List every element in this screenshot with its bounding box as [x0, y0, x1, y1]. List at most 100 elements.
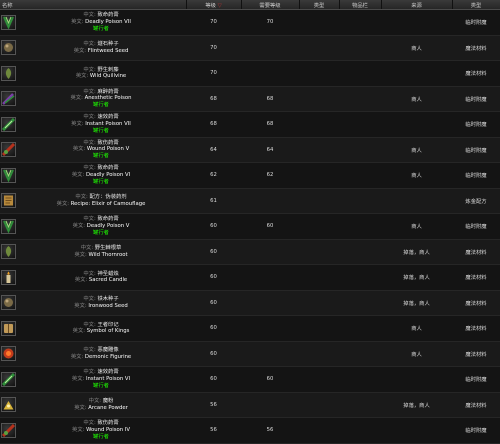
table-row[interactable]: 中文: 致伤药膏 英文: Wound Poison V 罐行者 64 64 商人 临时附魔	[0, 137, 500, 163]
column-header-level[interactable]: 等级 ▽	[186, 0, 242, 10]
item-name-en[interactable]: Deadly Poison V	[87, 223, 130, 229]
item-category[interactable]: 魔法材料	[452, 60, 500, 87]
item-name-en[interactable]: Symbol of Kings	[87, 328, 130, 334]
item-category[interactable]: 魔法材料	[452, 392, 500, 418]
herb-icon[interactable]	[0, 244, 16, 260]
herb-icon[interactable]	[0, 65, 16, 81]
item-name-en[interactable]: Anesthetic Poison	[85, 95, 132, 101]
item-name-en[interactable]: Recipe: Elixir of Camouflage	[71, 201, 146, 207]
table-row[interactable]: 中文: 神圣蜡烛 英文: Sacred Candle 60 掉落，商人 魔法材料	[0, 264, 500, 291]
item-name-zh[interactable]: 致伤药膏	[97, 420, 118, 426]
item-name-zh[interactable]: 魔粉	[103, 398, 114, 404]
item-category[interactable]: 魔法材料	[452, 35, 500, 61]
item-name-en[interactable]: Ironwood Seed	[88, 303, 127, 309]
item-name-en[interactable]: Instant Poison VII	[85, 121, 131, 127]
item-name-zh[interactable]: 速效药膏	[97, 369, 118, 375]
english-label: 英文:	[74, 404, 87, 411]
table-row[interactable]: 中文: 魔粉 英文: Arcane Powder 56 掉落，商人 魔法材料	[0, 392, 500, 418]
item-name-en[interactable]: Demonic Figurine	[85, 354, 131, 360]
column-header-type[interactable]: 类型	[299, 0, 340, 10]
table-row[interactable]: 中文: 野生刺藤 英文: Wild Quillvine 70 魔法材料	[0, 60, 500, 87]
chinese-label: 中文:	[83, 165, 96, 172]
table-row[interactable]: 中文: 速效药膏 英文: Instant Poison VII 罐行者 68 68 临时附…	[0, 111, 500, 138]
table-row[interactable]: 中文: 致伤药膏 英文: Wound Poison IV 罐行者 56 56 临时附魔	[0, 417, 500, 444]
item-name-zh[interactable]: 恶魔雕像	[97, 347, 118, 353]
table-row[interactable]: 中文: 致命药膏 英文: Deadly Poison V 罐行者 60 60 商人 临时附魔	[0, 213, 500, 240]
book-icon[interactable]	[0, 320, 16, 336]
item-name-zh[interactable]: 燧石种子	[97, 41, 118, 47]
item-category[interactable]: 临时附魔	[452, 366, 500, 393]
candle-icon[interactable]	[0, 269, 16, 285]
item-name-en[interactable]: Flintweed Seed	[88, 48, 129, 54]
item-name-en[interactable]: Deadly Poison VI	[86, 172, 130, 178]
seed-icon[interactable]	[0, 295, 16, 311]
recipe-icon[interactable]	[0, 193, 16, 209]
item-category[interactable]: 临时附魔	[452, 417, 500, 444]
table-row[interactable]: 中文: 恶魔雕像 英文: Demonic Figurine 60 商人 魔法材料	[0, 341, 500, 367]
item-category[interactable]: 临时附魔	[452, 162, 500, 189]
deadly-poison-icon[interactable]	[0, 14, 16, 30]
wound-poison-icon[interactable]	[0, 142, 16, 158]
item-name-zh[interactable]: 铁木种子	[97, 296, 118, 302]
item-name-en[interactable]: Wound Poison IV	[86, 427, 130, 433]
item-category[interactable]: 临时附魔	[452, 213, 500, 240]
column-header-category[interactable]: 类型	[452, 0, 500, 10]
table-row[interactable]: 中文: 铁木种子 英文: Ironwood Seed 60 掉落，商人 魔法材料	[0, 290, 500, 316]
item-category[interactable]: 魔法材料	[452, 264, 500, 291]
item-name-en[interactable]: Arcane Powder	[88, 405, 128, 411]
table-row[interactable]: 中文: 燧石种子 英文: Flintweed Seed 70 商人 魔法材料	[0, 35, 500, 61]
item-category[interactable]: 魔法材料	[452, 315, 500, 342]
item-name-zh[interactable]: 速效药膏	[97, 114, 118, 120]
anesthetic-poison-icon[interactable]	[0, 91, 16, 107]
item-name-zh[interactable]: 王者印记	[97, 322, 118, 328]
instant-poison-icon[interactable]	[0, 116, 16, 132]
item-name-en[interactable]: Instant Poison VI	[86, 376, 130, 382]
column-header-source[interactable]: 来源	[381, 0, 453, 10]
table-row[interactable]: 中文: 野生棘根草 英文: Wild Thornroot 60 掉落，商人 魔法材料	[0, 239, 500, 265]
item-name-zh[interactable]: 神圣蜡烛	[97, 271, 118, 277]
item-name-zh[interactable]: 致命药膏	[97, 165, 118, 171]
item-type	[299, 86, 340, 112]
item-category[interactable]: 临时附魔	[452, 137, 500, 163]
column-header-required-level[interactable]: 需要等级	[241, 0, 300, 10]
table-row[interactable]: 中文: 麻醉药膏 英文: Anesthetic Poison 罐行者 68 68 商人 临时…	[0, 86, 500, 112]
table-row[interactable]: 中文: 致命药膏 英文: Deadly Poison VII 罐行者 70 70 临时附魔	[0, 9, 500, 36]
item-category[interactable]: 魔法材料	[452, 290, 500, 316]
table-row[interactable]: 中文: 配方：伪装药剂 英文: Recipe: Elixir of Camoufl…	[0, 188, 500, 214]
deadly-poison-icon[interactable]	[0, 218, 16, 234]
item-name-zh[interactable]: 致命药膏	[97, 216, 118, 222]
seed-icon[interactable]	[0, 40, 16, 56]
item-type	[299, 315, 340, 342]
item-category[interactable]: 临时附魔	[452, 86, 500, 112]
table-row[interactable]: 中文: 致命药膏 英文: Deadly Poison VI 罐行者 62 62 商人 临时附…	[0, 162, 500, 189]
item-name-zh[interactable]: 野生刺藤	[97, 67, 118, 73]
item-category[interactable]: 临时附魔	[452, 9, 500, 36]
deadly-poison-icon[interactable]	[0, 167, 16, 183]
item-level: 56	[186, 392, 242, 418]
item-type	[299, 111, 340, 138]
column-header-name[interactable]: 名称	[0, 0, 187, 10]
table-row[interactable]: 中文: 王者印记 英文: Symbol of Kings 60 商人 魔法材料	[0, 315, 500, 342]
item-name-en[interactable]: Sacred Candle	[89, 277, 127, 283]
item-name-zh[interactable]: 致伤药膏	[97, 140, 118, 146]
item-name-zh[interactable]: 致命药膏	[97, 12, 118, 18]
item-name-zh[interactable]: 野生棘根草	[95, 245, 122, 251]
wound-poison-icon[interactable]	[0, 422, 16, 438]
instant-poison-icon[interactable]	[0, 371, 16, 387]
item-slot	[339, 137, 382, 163]
item-name-en[interactable]: Deadly Poison VII	[85, 19, 131, 25]
item-category[interactable]: 魔法材料	[452, 239, 500, 265]
item-name-en[interactable]: Wild Quillvine	[90, 73, 126, 79]
item-name-en[interactable]: Wild Thornroot	[89, 252, 128, 258]
powder-icon[interactable]	[0, 397, 16, 413]
item-name-zh[interactable]: 麻醉药膏	[97, 89, 118, 95]
item-name-en[interactable]: Wound Poison V	[87, 146, 129, 152]
item-category[interactable]: 炼金配方	[452, 188, 500, 214]
table-row[interactable]: 中文: 速效药膏 英文: Instant Poison VI 罐行者 60 60 临时附魔	[0, 366, 500, 393]
item-category[interactable]: 魔法材料	[452, 341, 500, 367]
item-name-zh[interactable]: 配方：伪装药剂	[90, 194, 127, 200]
item-required-level	[241, 60, 300, 87]
figurine-icon[interactable]	[0, 346, 16, 362]
column-header-slot[interactable]: 物品栏	[339, 0, 382, 10]
item-category[interactable]: 临时附魔	[452, 111, 500, 138]
